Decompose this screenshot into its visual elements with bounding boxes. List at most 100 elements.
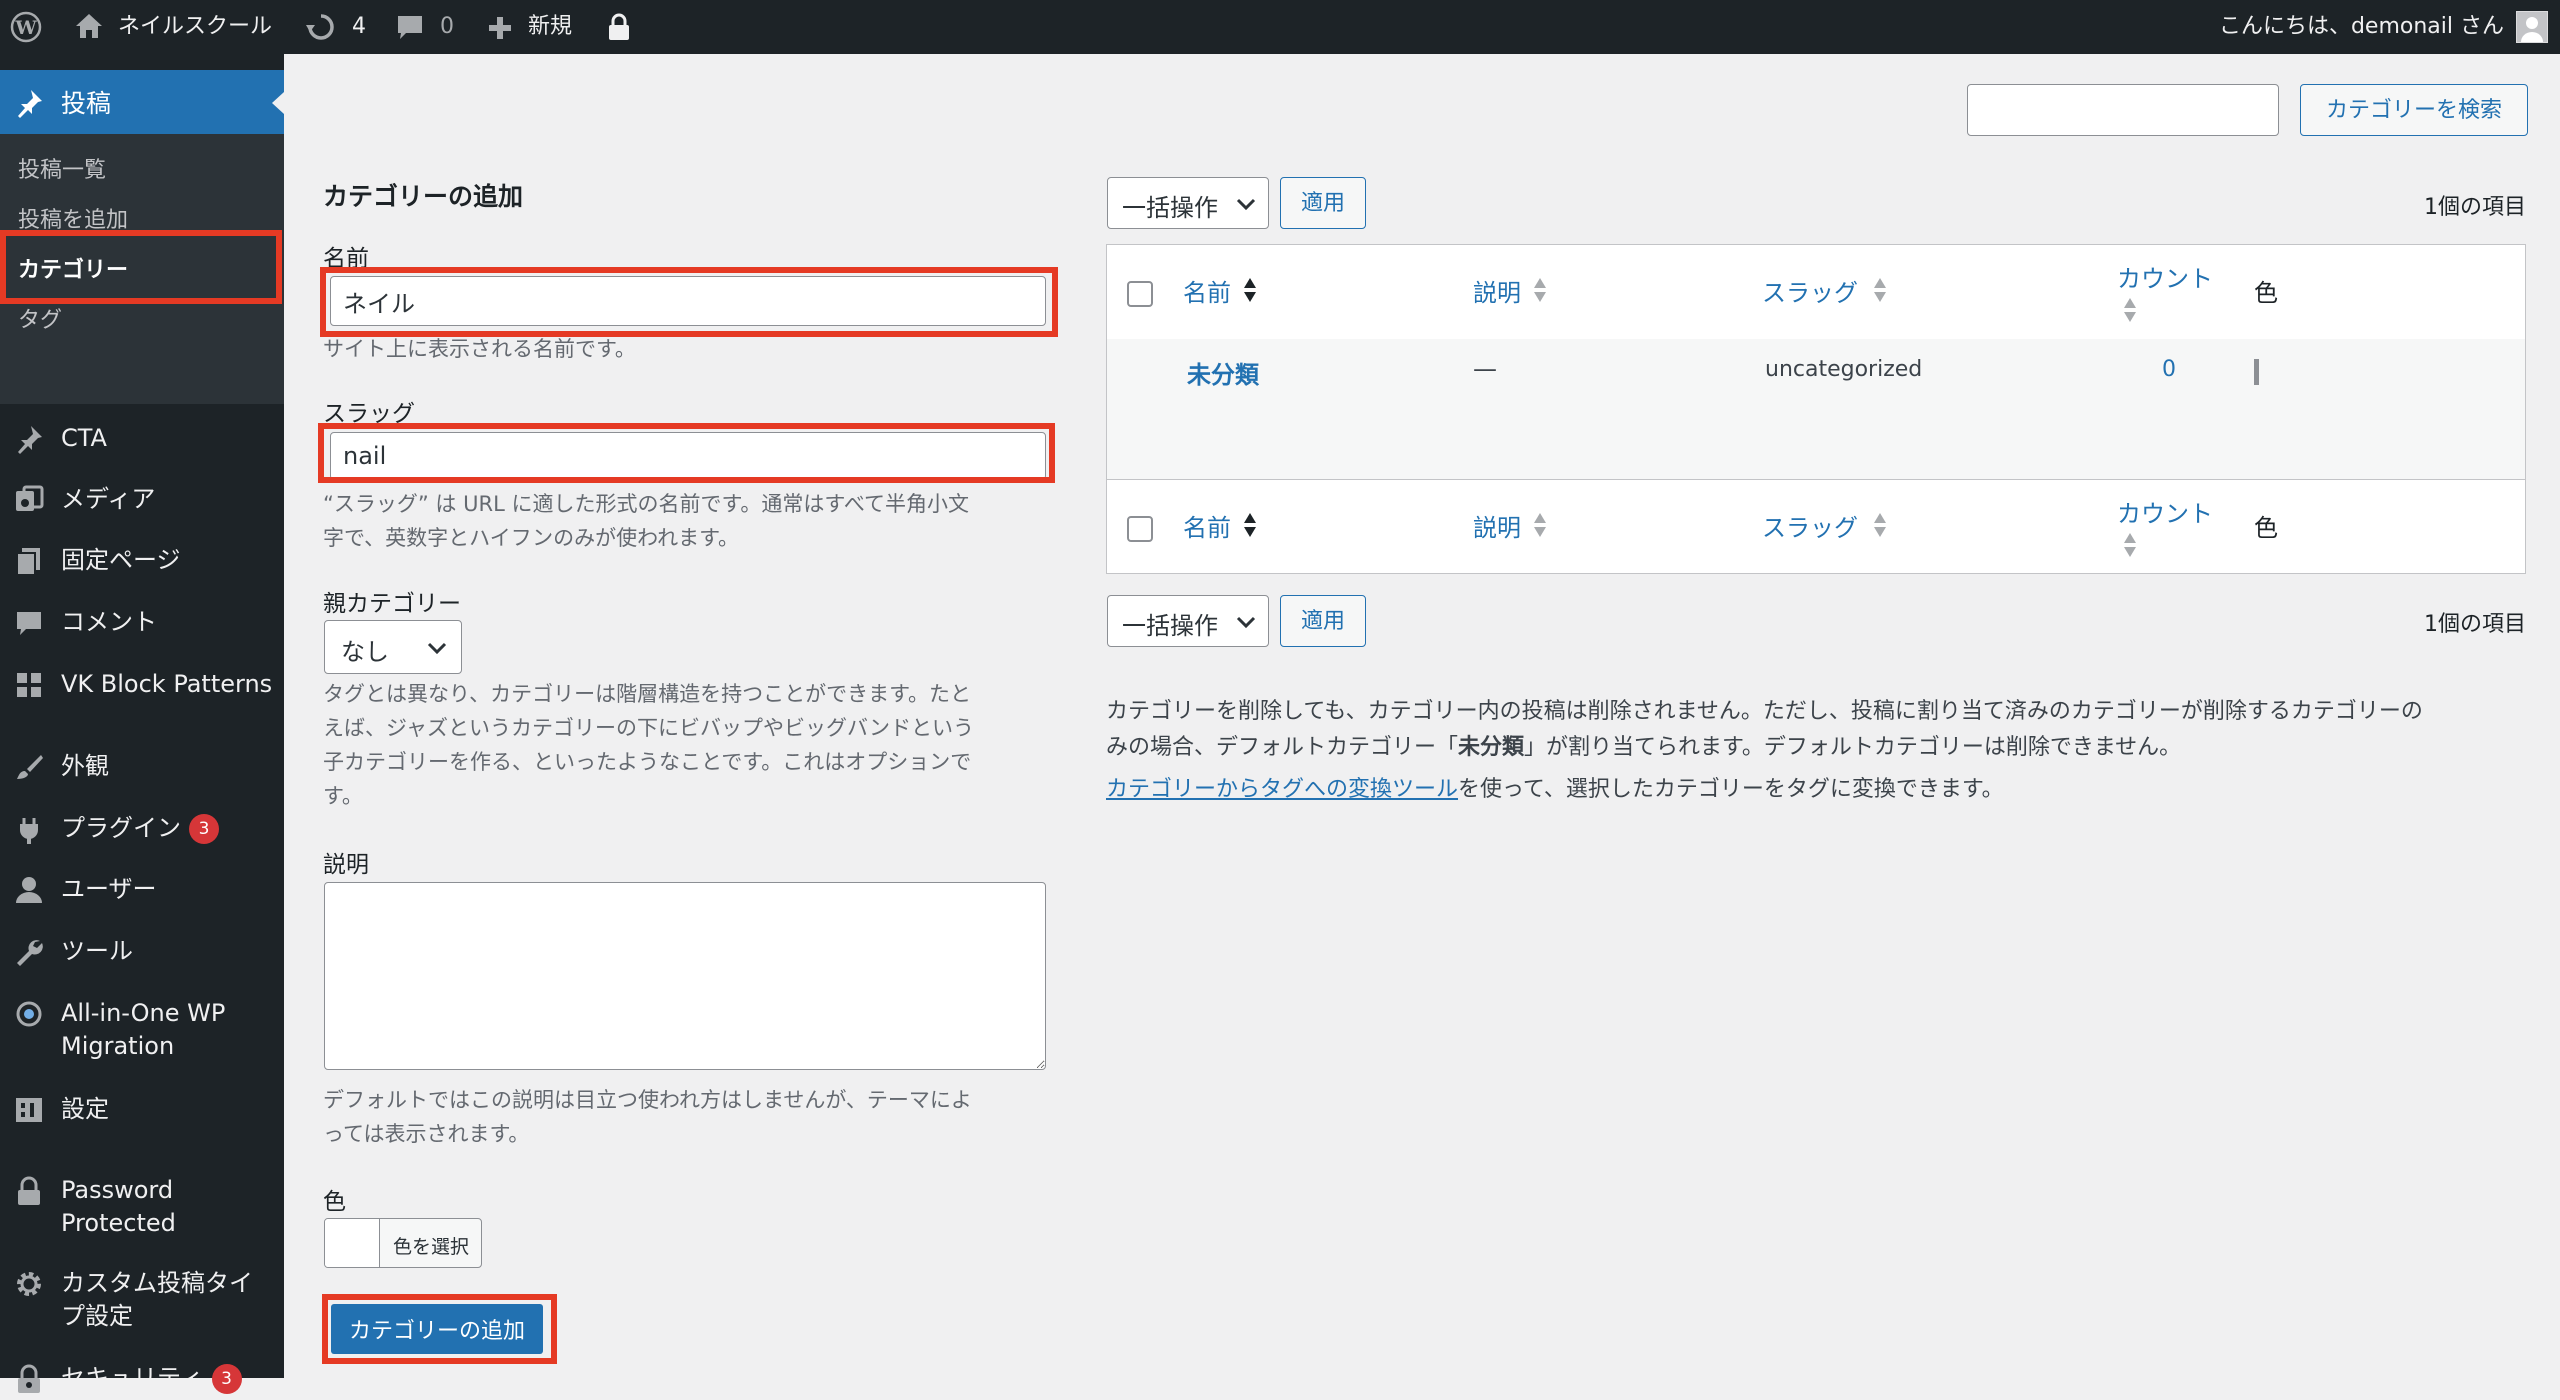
apply-button-top[interactable]: 適用 (1280, 177, 1366, 229)
update-count-badge: 3 (189, 814, 219, 844)
description-label: 説明 (323, 852, 369, 878)
new-content-link[interactable]: 新規 (528, 0, 572, 54)
sidebar-item-password-protected[interactable]: Password Protected (0, 1166, 284, 1246)
parent-help-line1: タグとは異なり、カテゴリーは階層構造を持つことができます。たと (323, 682, 972, 706)
settings-icon (16, 1098, 42, 1122)
column-name-footer[interactable]: 名前 (1183, 508, 1231, 543)
column-name-header[interactable]: 名前 (1183, 273, 1231, 308)
default-category-name: 未分類 (1458, 735, 1525, 760)
password-label-line2: Protected (61, 1209, 176, 1237)
sort-icon[interactable] (1533, 512, 1547, 538)
sidebar-item-settings[interactable]: 設定 (0, 1085, 284, 1131)
user-icon (16, 877, 42, 903)
sidebar-item-security[interactable]: セキュリティ 3 (0, 1354, 284, 1400)
sidebar-item-label: 投稿 (61, 89, 112, 118)
column-slug-footer[interactable]: スラッグ (1762, 508, 1858, 543)
brush-icon (17, 755, 43, 779)
avatar[interactable] (2516, 11, 2548, 43)
sort-icon[interactable] (1873, 512, 1887, 538)
migration-label-line2: Migration (61, 1032, 175, 1060)
bulk-actions-select-bottom[interactable]: 一括操作 (1107, 595, 1269, 647)
home-icon[interactable] (74, 12, 104, 40)
category-color-marker (2254, 359, 2259, 385)
bulk-actions-select-top[interactable]: 一括操作 (1107, 177, 1269, 229)
media-icon (16, 485, 44, 511)
padlock-icon[interactable] (606, 12, 632, 42)
column-count-header[interactable]: カウント (2117, 259, 2213, 294)
updates-icon[interactable] (305, 12, 337, 42)
sidebar-item-label: ツール (61, 937, 133, 965)
wordpress-logo-icon[interactable]: W (10, 11, 42, 43)
greeting-text[interactable]: こんにちは、demonail さん (2219, 0, 2504, 54)
note-line2-start: みの場合、デフォルトカテゴリー「 (1106, 735, 1459, 760)
bulk-actions-label: 一括操作 (1122, 194, 1218, 222)
sidebar-item-appearance[interactable]: 外観 (0, 742, 284, 788)
category-name-link[interactable]: 未分類 (1187, 355, 1259, 390)
updates-count[interactable]: 4 (352, 0, 366, 54)
sidebar-item-users[interactable]: ユーザー (0, 865, 284, 911)
description-textarea[interactable] (324, 882, 1046, 1070)
sidebar-item-posts[interactable]: 投稿 (0, 70, 284, 134)
color-picker-button[interactable]: 色を選択 (324, 1218, 482, 1268)
item-count-bottom: 1個の項目 (2424, 612, 2526, 637)
password-label-line1: Password (61, 1176, 174, 1204)
grid-icon (17, 673, 41, 697)
description-help-text: デフォルトではこの説明は目立つ使われ方はしませんが、テーマによ っては表示されま… (323, 1083, 972, 1151)
sidebar-item-media[interactable]: メディア (0, 475, 284, 521)
comments-count[interactable]: 0 (440, 0, 454, 54)
sidebar-item-label: 設定 (61, 1095, 109, 1123)
sidebar-item-label: セキュリティ 3 (61, 1362, 242, 1394)
site-name-link[interactable]: ネイルスクール (118, 0, 272, 54)
note-line2-end: 」が割り当てられます。デフォルトカテゴリーは削除できません。 (1524, 735, 2182, 760)
category-count-link[interactable]: 0 (2162, 357, 2176, 382)
sort-icon[interactable] (2123, 532, 2137, 558)
column-count-footer[interactable]: カウント (2117, 494, 2213, 529)
sidebar-item-custom-post-type-settings[interactable]: カスタム投稿タイ プ設定 (0, 1259, 284, 1339)
slug-help-line1: “スラッグ” は URL に適した形式の名前です。通常はすべて半角小文 (323, 492, 970, 516)
select-all-checkbox-footer[interactable] (1127, 516, 1153, 542)
security-icon (18, 1364, 40, 1393)
category-tag-converter-link[interactable]: カテゴリーからタグへの変換ツール (1106, 777, 1458, 802)
sidebar-item-cta[interactable]: CTA (0, 414, 284, 460)
sort-icon[interactable] (1873, 277, 1887, 303)
sort-icon[interactable] (1533, 277, 1547, 303)
sort-ascending-icon[interactable] (1243, 512, 1257, 538)
sidebar-item-comments[interactable]: コメント (0, 598, 284, 644)
highlight-add-button (322, 1294, 557, 1364)
parent-category-select[interactable]: なし (324, 620, 462, 674)
pages-icon (16, 548, 40, 576)
sidebar-item-label: VK Block Patterns (61, 670, 273, 698)
sidebar-item-all-in-one-wp-migration[interactable]: All-in-One WP Migration (0, 989, 284, 1069)
category-search-input[interactable] (1967, 84, 2279, 136)
form-heading: カテゴリーの追加 (323, 182, 524, 211)
sidebar-item-label: CTA (61, 424, 107, 452)
current-menu-arrow (272, 92, 284, 114)
sort-icon[interactable] (2123, 297, 2137, 323)
comment-bubble-icon[interactable] (396, 14, 424, 42)
select-all-checkbox[interactable] (1127, 281, 1153, 307)
submenu-all-posts[interactable]: 投稿一覧 (18, 152, 106, 184)
sidebar-item-plugins[interactable]: プラグイン 3 (0, 804, 284, 850)
bulk-actions-label: 一括操作 (1122, 612, 1218, 640)
cpt-label-line2: プ設定 (61, 1302, 133, 1330)
sort-ascending-icon[interactable] (1243, 277, 1257, 303)
cpt-label-line1: カスタム投稿タイ (61, 1269, 253, 1297)
sidebar-item-pages[interactable]: 固定ページ (0, 536, 284, 582)
apply-button-bottom[interactable]: 適用 (1280, 595, 1366, 647)
column-description-header[interactable]: 説明 (1473, 273, 1521, 308)
column-slug-header[interactable]: スラッグ (1762, 273, 1858, 308)
sidebar-item-label: コメント (61, 608, 157, 636)
column-description-footer[interactable]: 説明 (1473, 508, 1521, 543)
sidebar-item-tools[interactable]: ツール (0, 927, 284, 973)
sidebar-item-label: 外観 (61, 752, 109, 780)
pushpin-icon (18, 90, 42, 118)
plus-icon[interactable] (487, 15, 513, 41)
description-help-line2: っては表示されます。 (323, 1122, 530, 1146)
comment-icon (17, 612, 41, 635)
sidebar-item-vk-block-patterns[interactable]: VK Block Patterns (0, 660, 284, 706)
converter-note: カテゴリーからタグへの変換ツールを使って、選択したカテゴリーをタグに変換できます… (1106, 772, 2536, 808)
submenu-tags[interactable]: タグ (18, 302, 62, 334)
security-label: セキュリティ (61, 1364, 204, 1392)
categories-table: 名前 説明 スラッグ カウント 色 未分類 — uncategorized 0 … (1106, 244, 2526, 574)
search-categories-button[interactable]: カテゴリーを検索 (2300, 84, 2528, 136)
